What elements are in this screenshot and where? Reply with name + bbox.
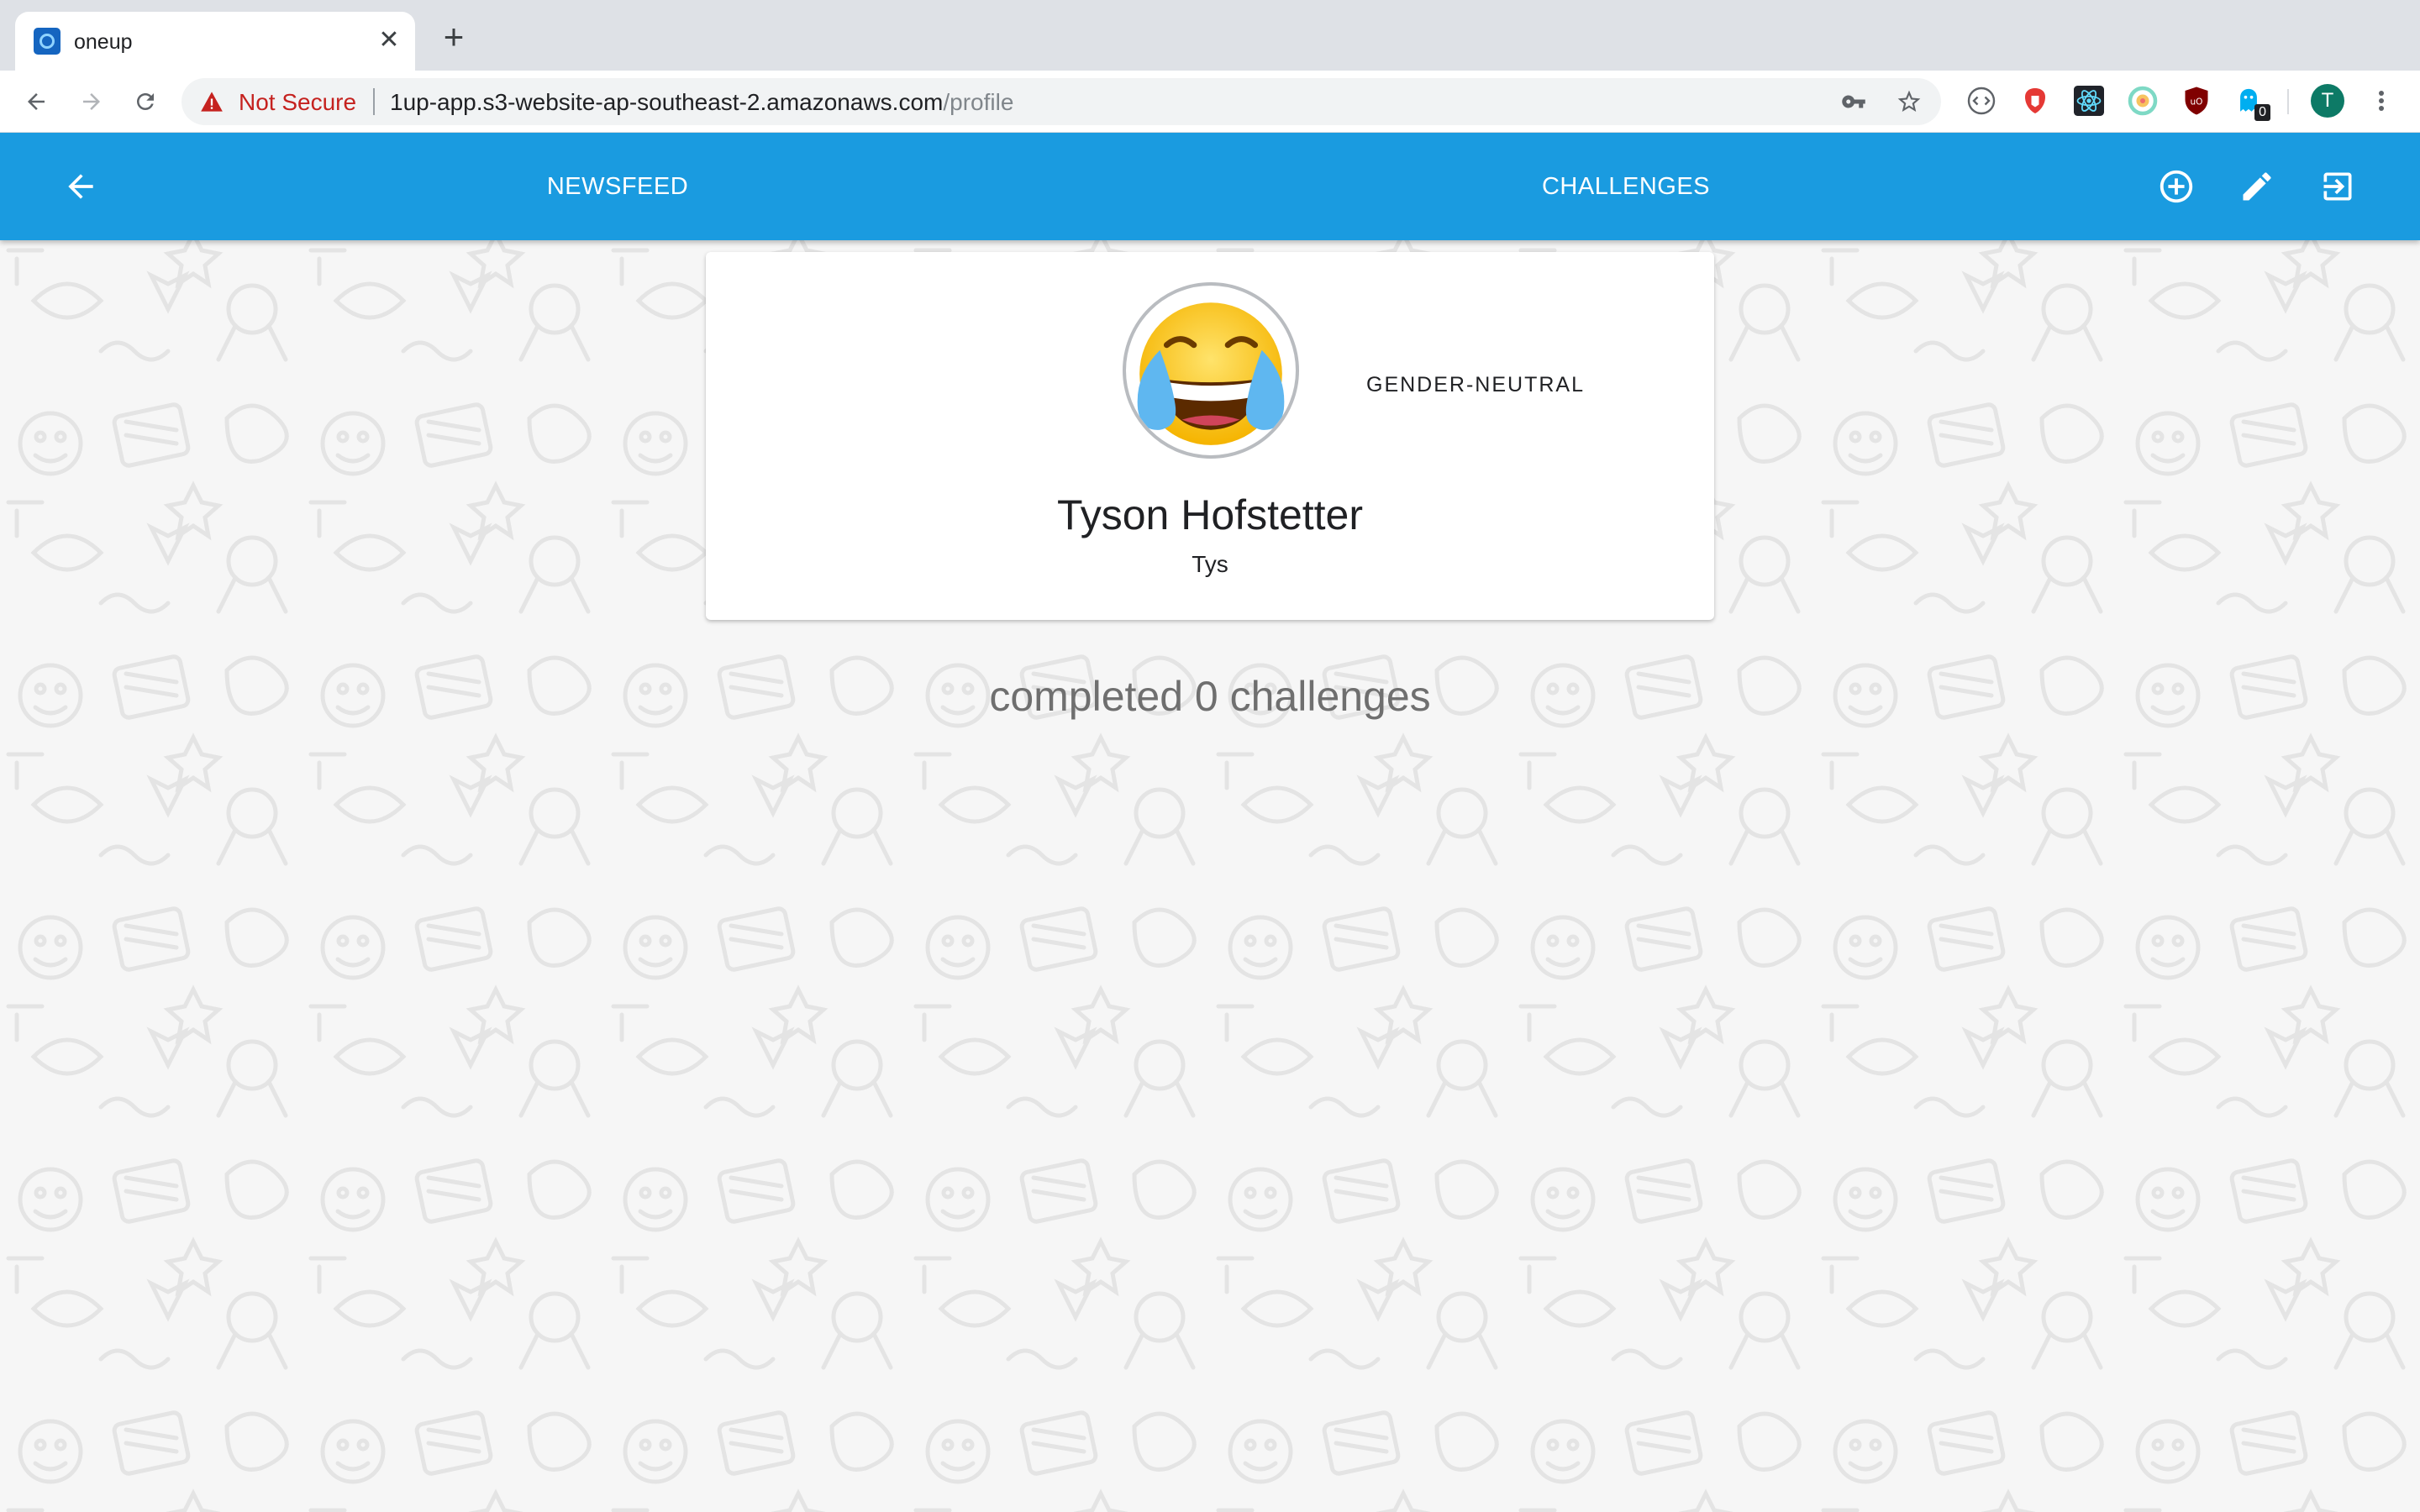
react-devtools-icon[interactable] xyxy=(2072,84,2106,118)
browser-toolbar: Not Secure 1up-app.s3-website-ap-southea… xyxy=(0,71,2420,133)
back-button[interactable] xyxy=(13,79,59,124)
code-extension-icon[interactable] xyxy=(1965,84,1998,118)
divider xyxy=(373,88,375,115)
url-host: 1up-app.s3-website-ap-southeast-2.amazon… xyxy=(390,89,944,115)
edit-profile-button[interactable] xyxy=(2230,160,2284,213)
forward-button[interactable] xyxy=(69,79,114,124)
ublock-origin-icon[interactable]: uO xyxy=(2180,84,2213,118)
new-tab-button[interactable]: + xyxy=(437,19,471,55)
arrow-back-icon xyxy=(28,93,45,110)
profile-name: Tyson Hofstetter xyxy=(1056,491,1364,538)
warning-icon xyxy=(201,92,223,112)
avatar xyxy=(1123,282,1299,459)
gender-label: GENDER-NEUTRAL xyxy=(1366,373,1585,396)
arrow-forward-icon xyxy=(83,93,100,110)
tab-title: oneup xyxy=(74,30,133,54)
svg-text:uO: uO xyxy=(2191,97,2203,108)
divider xyxy=(2287,89,2289,114)
add-circle-icon xyxy=(2160,170,2193,203)
back-button[interactable] xyxy=(54,160,108,213)
add-challenge-button[interactable] xyxy=(2149,160,2203,213)
url-path: /profile xyxy=(943,89,1014,115)
edit-pencil-icon xyxy=(2243,172,2271,201)
profile-card: GENDER-NEUTRAL Tyson Hofstetter Tys xyxy=(706,252,1714,620)
logout-button[interactable] xyxy=(2311,160,2365,213)
reload-button[interactable] xyxy=(123,79,168,124)
red-shield-extension-icon[interactable] xyxy=(2018,84,2052,118)
extension-badge: 0 xyxy=(2254,104,2270,121)
favicon-icon xyxy=(34,28,60,55)
url-text[interactable]: 1up-app.s3-website-ap-southeast-2.amazon… xyxy=(390,89,1013,116)
colorful-circle-extension-icon[interactable] xyxy=(2126,84,2160,118)
star-icon[interactable] xyxy=(1894,87,1924,117)
browser-tab[interactable]: oneup ✕ xyxy=(15,12,415,71)
key-icon[interactable] xyxy=(1839,87,1869,117)
close-icon[interactable]: ✕ xyxy=(375,26,403,55)
exit-to-app-icon xyxy=(2323,172,2352,201)
face-with-tears-of-joy-icon xyxy=(1137,302,1285,445)
nav-challenges[interactable]: CHALLENGES xyxy=(1479,133,1773,240)
profile-nickname: Tys xyxy=(1192,551,1228,577)
address-bar[interactable]: Not Secure 1up-app.s3-website-ap-southea… xyxy=(182,78,1941,125)
browser-tab-strip: oneup ✕ + xyxy=(0,0,2420,71)
browser-menu-icon[interactable] xyxy=(2371,84,2391,118)
security-label[interactable]: Not Secure xyxy=(239,89,356,116)
reload-icon xyxy=(137,93,154,110)
completed-challenges-text: completed 0 challenges xyxy=(989,673,1431,720)
ghostery-extension-icon[interactable]: 0 xyxy=(2232,84,2270,121)
page-content: NEWSFEED CHALLENGES GENDER-NEUTRAL Tyson… xyxy=(0,133,2420,1512)
profile-avatar[interactable]: T xyxy=(2311,84,2344,118)
nav-newsfeed[interactable]: NEWSFEED xyxy=(471,133,765,240)
app-bar: NEWSFEED CHALLENGES xyxy=(0,133,2420,240)
arrow-back-icon xyxy=(68,174,93,199)
